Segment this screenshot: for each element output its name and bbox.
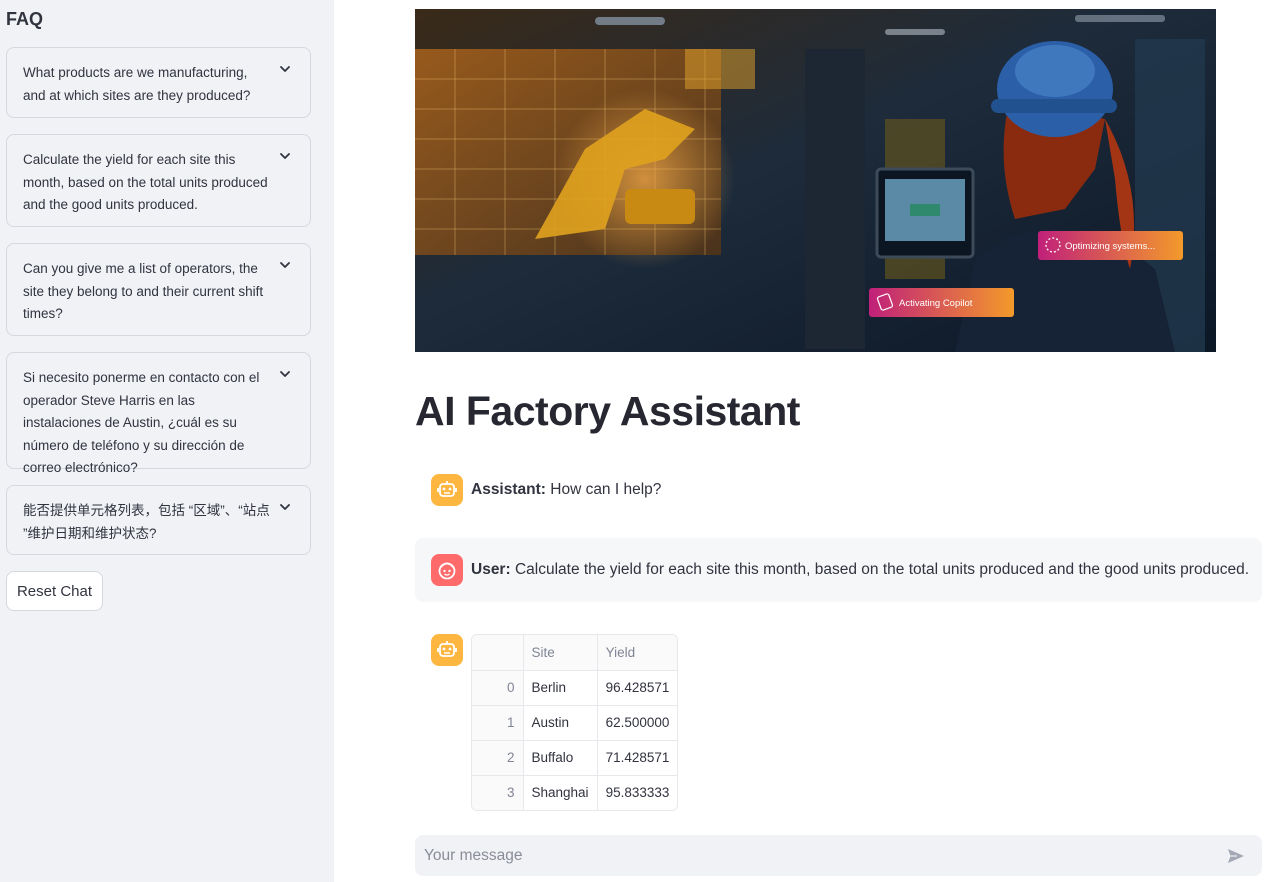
faq-expander-3[interactable]: Can you give me a list of operators, the… <box>6 243 311 336</box>
chat-input-container <box>415 835 1262 876</box>
copilot-badge-text: Activating Copilot <box>899 298 973 309</box>
faq-expander-4[interactable]: Si necesito ponerme en contacto con el o… <box>6 352 311 475</box>
chevron-down-icon <box>280 504 290 510</box>
message-content: How can I help? <box>550 481 662 498</box>
column-header-index[interactable] <box>472 635 524 671</box>
faq-expander-1[interactable]: What products are we manufacturing, and … <box>6 47 311 118</box>
message-text: User: Calculate the yield for each site … <box>471 561 1249 579</box>
send-icon[interactable] <box>1226 846 1246 866</box>
faq-question: What products are we manufacturing, and … <box>23 65 251 103</box>
cell-yield[interactable]: 71.428571 <box>597 740 678 776</box>
row-index: 2 <box>472 740 524 776</box>
reset-chat-button[interactable]: Reset Chat <box>6 571 103 611</box>
faq-expander-2[interactable]: Calculate the yield for each site this m… <box>6 134 311 227</box>
column-header-yield[interactable]: Yield <box>597 635 678 671</box>
table-row: 1 Austin 62.500000 <box>472 705 678 741</box>
sidebar: FAQ What products are we manufacturing, … <box>0 0 334 882</box>
cell-site[interactable]: Buffalo <box>523 740 598 776</box>
cell-site[interactable]: Austin <box>523 705 598 741</box>
faq-question: Si necesito ponerme en contacto con el o… <box>23 370 260 475</box>
hero-image: Optimizing systems... Activating Copilot <box>415 9 1216 352</box>
page-title: AI Factory Assistant <box>415 388 800 434</box>
table-row: 2 Buffalo 71.428571 <box>472 740 678 776</box>
message-text: Assistant: How can I help? <box>471 481 661 499</box>
robot-icon <box>437 481 457 497</box>
smiley-icon <box>438 562 456 580</box>
assistant-avatar <box>431 474 463 506</box>
chevron-down-icon <box>280 262 290 268</box>
table-header-row: Site Yield <box>472 635 678 671</box>
robot-icon <box>437 641 457 657</box>
faq-title: FAQ <box>6 9 44 29</box>
faq-question: 能否提供单元格列表，包括 “区域”、“站点 ”维护日期和维护状态? <box>23 503 270 541</box>
optimizing-badge-text: Optimizing systems... <box>1065 241 1155 252</box>
yield-dataframe[interactable]: Site Yield 0 Berlin 96.428571 1 Austin 6… <box>471 634 679 811</box>
table-row: 0 Berlin 96.428571 <box>472 670 678 706</box>
chevron-down-icon <box>280 371 290 377</box>
chevron-down-icon <box>280 153 290 159</box>
cell-yield[interactable]: 96.428571 <box>597 670 678 706</box>
message-content: Calculate the yield for each site this m… <box>514 561 1250 578</box>
column-header-site[interactable]: Site <box>523 635 598 671</box>
cell-site[interactable]: Shanghai <box>523 775 598 810</box>
message-role: Assistant: <box>471 481 546 498</box>
cell-yield[interactable]: 62.500000 <box>597 705 678 741</box>
row-index: 3 <box>472 775 524 810</box>
cell-yield[interactable]: 95.833333 <box>597 775 677 810</box>
chevron-down-icon <box>280 66 290 72</box>
user-avatar <box>431 554 463 586</box>
chat-message-assistant: Assistant: How can I help? <box>415 466 1262 514</box>
chat-message-input[interactable] <box>415 835 1215 876</box>
chat-message-user: User: Calculate the yield for each site … <box>415 538 1262 602</box>
faq-question: Calculate the yield for each site this m… <box>23 152 268 212</box>
row-index: 1 <box>472 705 524 741</box>
row-index: 0 <box>472 670 524 706</box>
faq-question: Can you give me a list of operators, the… <box>23 261 264 321</box>
message-role: User: <box>471 561 511 578</box>
cell-site[interactable]: Berlin <box>523 670 598 706</box>
assistant-avatar <box>431 634 463 666</box>
table-row: 3 Shanghai 95.833333 <box>472 775 677 810</box>
faq-expander-5[interactable]: 能否提供单元格列表，包括 “区域”、“站点 ”维护日期和维护状态? <box>6 485 311 555</box>
